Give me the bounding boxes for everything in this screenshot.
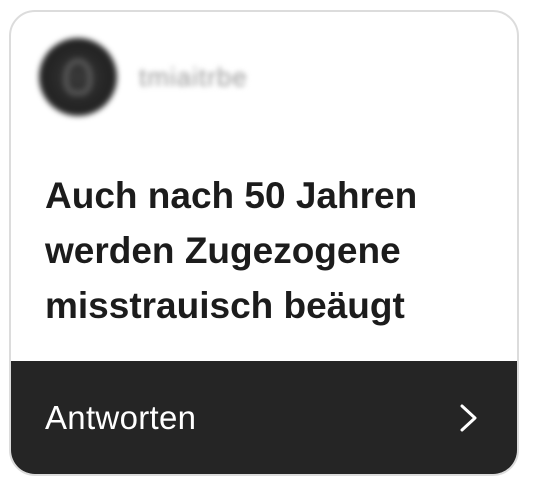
article-headline[interactable]: Auch nach 50 Jahren werden Zugezogene mi… — [45, 168, 505, 333]
reply-label: Antworten — [45, 398, 197, 436]
reply-button[interactable]: Antworten — [11, 361, 517, 474]
avatar-logo-icon — [63, 58, 93, 96]
source-header: tmiaitrbe — [39, 38, 248, 116]
article-card[interactable]: tmiaitrbe Auch nach 50 Jahren werden Zug… — [9, 10, 519, 476]
chevron-right-icon — [460, 404, 477, 431]
source-avatar — [39, 38, 117, 116]
source-name: tmiaitrbe — [139, 61, 248, 92]
